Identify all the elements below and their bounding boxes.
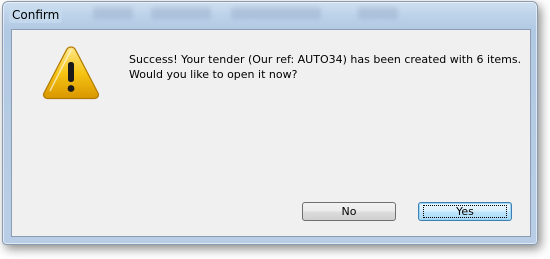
background-blur <box>231 7 321 19</box>
title-bar[interactable]: Confirm <box>3 2 537 28</box>
dialog-content: Success! Your tender (Our ref: AUTO34) h… <box>11 29 531 237</box>
background-blur <box>151 7 211 19</box>
warning-icon <box>42 46 100 100</box>
window-title: Confirm <box>9 7 63 23</box>
yes-button[interactable]: Yes <box>418 202 512 221</box>
message-text: Success! Your tender (Our ref: AUTO34) h… <box>129 52 521 82</box>
yes-button-label: Yes <box>423 205 507 218</box>
confirm-dialog-window: Confirm Success! Your tender (Our ref: A… <box>2 1 538 245</box>
background-blur <box>93 7 133 19</box>
message-line-1: Success! Your tender (Our ref: AUTO34) h… <box>129 53 522 66</box>
background-blur <box>358 7 398 19</box>
message-line-2: Would you like to open it now? <box>129 68 298 81</box>
no-button[interactable]: No <box>302 202 396 221</box>
no-button-label: No <box>341 205 357 218</box>
